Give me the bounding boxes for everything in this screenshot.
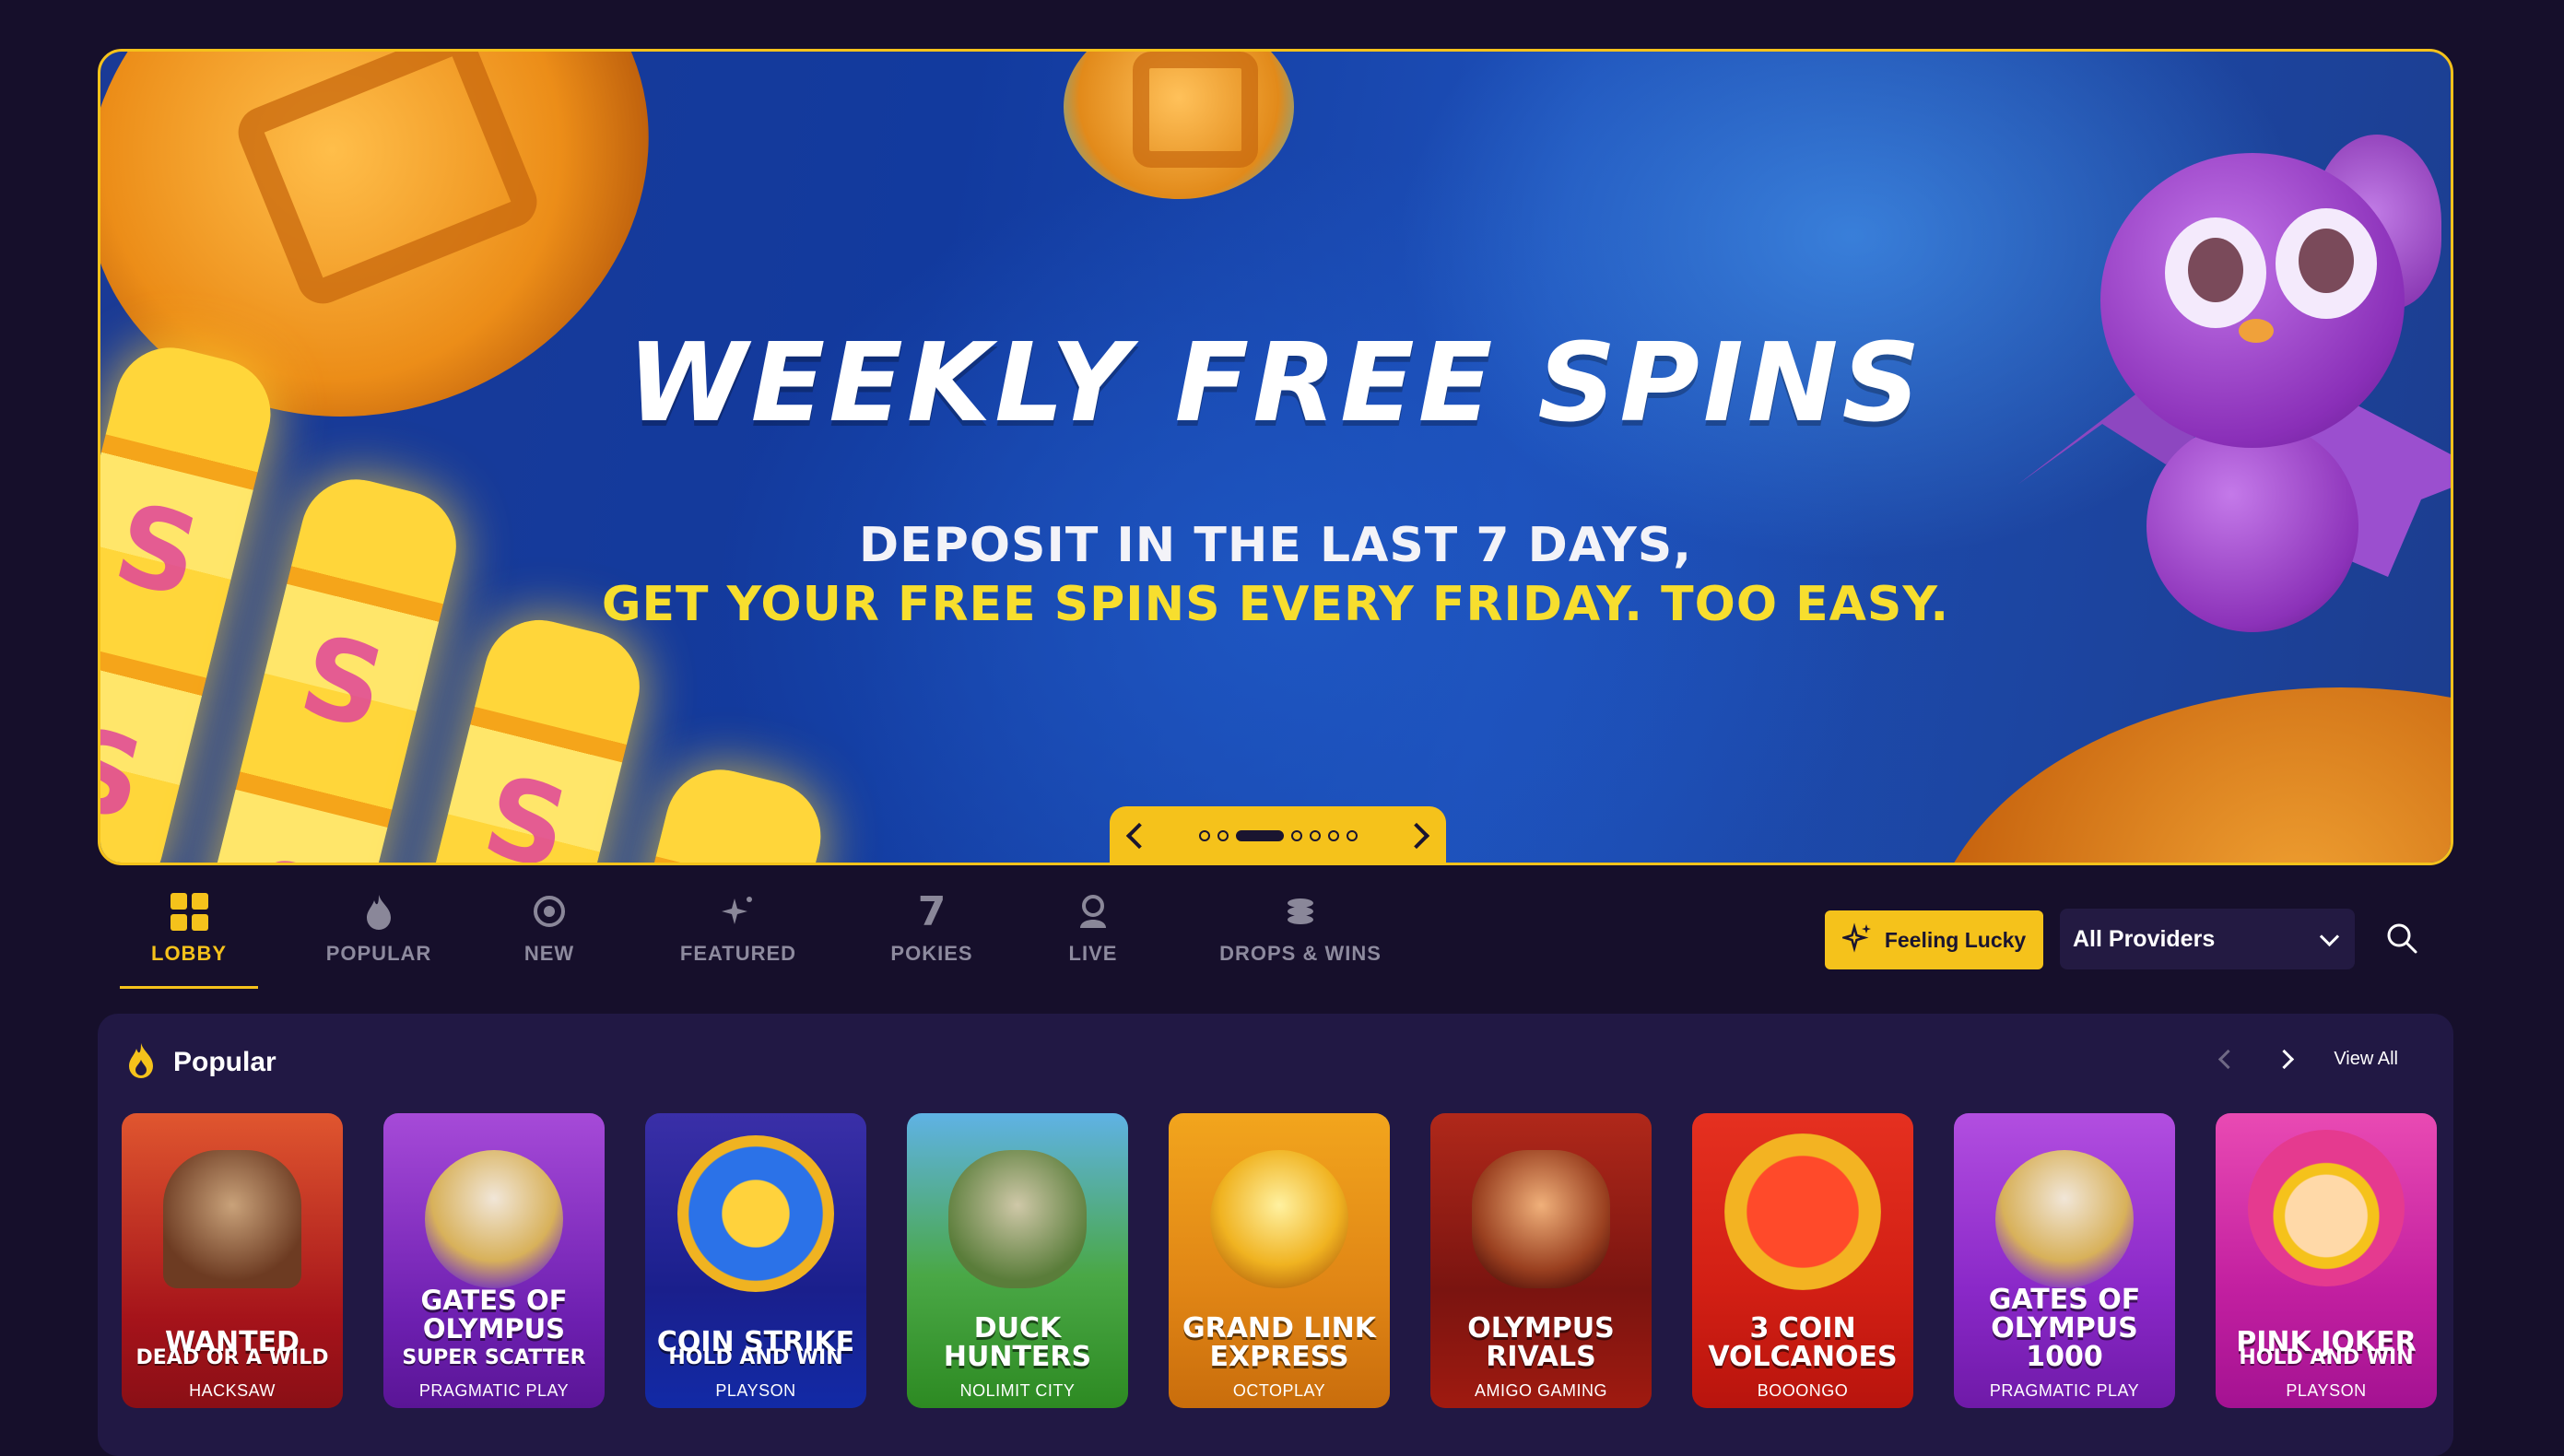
- tab-new[interactable]: NEW: [503, 885, 595, 986]
- tab-live[interactable]: LIVE: [1047, 885, 1139, 986]
- game-provider: NOLIMIT CITY: [959, 1381, 1076, 1400]
- game-subtitle: HOLD AND WIN: [2239, 1346, 2414, 1369]
- game-provider: PRAGMATIC PLAY: [418, 1381, 570, 1400]
- game-card[interactable]: 3 COIN VOLCANOES BOOONGO: [1692, 1113, 1913, 1408]
- carousel-dot[interactable]: [1198, 830, 1210, 841]
- game-subtitle: HOLD AND WIN: [668, 1346, 843, 1369]
- game-provider: HACKSAW: [189, 1381, 276, 1400]
- carousel-controls: [1110, 806, 1446, 863]
- game-card[interactable]: PINK JOKER HOLD AND WIN PLAYSON: [2216, 1113, 2437, 1408]
- game-title: OLYMPUS RIVALS: [1467, 1312, 1615, 1373]
- game-provider: PLAYSON: [2286, 1381, 2367, 1400]
- flame-icon: [363, 885, 394, 938]
- providers-dropdown[interactable]: All Providers: [2060, 909, 2355, 969]
- carousel-dot[interactable]: [1217, 830, 1229, 841]
- scroll-left-icon[interactable]: [2218, 1049, 2239, 1070]
- game-title: DUCK HUNTERS: [943, 1312, 1092, 1373]
- carousel-dot[interactable]: [1235, 830, 1284, 841]
- tab-lobby[interactable]: LOBBY: [120, 885, 258, 989]
- game-card[interactable]: DUCK HUNTERS NOLIMIT CITY: [907, 1113, 1128, 1408]
- game-card[interactable]: COIN STRIKE HOLD AND WIN PLAYSON: [645, 1113, 866, 1408]
- game-title: GATES OF OLYMPUS 1000: [1988, 1284, 2141, 1373]
- star-sparkle-icon: [720, 885, 757, 938]
- banner-title: WEEKLY FREE SPINS: [627, 319, 1924, 446]
- game-provider: OCTOPLAY: [1232, 1381, 1326, 1400]
- gold-coin-graphic: [1925, 687, 2451, 863]
- game-subtitle: DEAD OR A WILD: [135, 1346, 329, 1369]
- banner-subtitle-highlight: GET YOUR FREE SPINS EVERY FRIDAY. TOO EA…: [601, 577, 1950, 632]
- game-card[interactable]: GATES OF OLYMPUS SUPER SCATTER PRAGMATIC…: [383, 1113, 605, 1408]
- view-all-link[interactable]: View All: [2334, 1049, 2398, 1070]
- tab-pokies[interactable]: 7 POKIES: [881, 885, 982, 986]
- carousel-dots: [1198, 830, 1358, 841]
- feeling-lucky-label: Feeling Lucky: [1884, 927, 2027, 952]
- scroll-right-icon[interactable]: [2275, 1049, 2295, 1070]
- tab-drops-wins[interactable]: DROPS & WINS: [1213, 885, 1388, 986]
- promo-banner[interactable]: SS SS S S WEEKLY FREE SPINS DEPOSIT IN T…: [98, 49, 2453, 865]
- grid-icon: [170, 885, 208, 938]
- chevron-down-icon: [2319, 926, 2340, 946]
- game-title: GATES OF OLYMPUS: [420, 1285, 568, 1344]
- game-card[interactable]: GRAND LINK EXPRESS OCTOPLAY: [1169, 1113, 1390, 1408]
- gold-coin-graphic: [1064, 52, 1294, 199]
- providers-selected-value: All Providers: [2073, 925, 2216, 952]
- tab-featured[interactable]: FEATURED: [669, 885, 807, 986]
- game-card[interactable]: OLYMPUS RIVALS AMIGO GAMING: [1430, 1113, 1652, 1408]
- dealer-icon: [1076, 885, 1110, 938]
- banner-subtitle: DEPOSIT IN THE LAST 7 DAYS,: [859, 518, 1692, 573]
- game-provider: AMIGO GAMING: [1474, 1381, 1607, 1400]
- seven-icon: 7: [917, 887, 947, 935]
- feeling-lucky-button[interactable]: Feeling Lucky: [1825, 910, 2043, 969]
- game-card[interactable]: GATES OF OLYMPUS 1000 PRAGMATIC PLAY: [1954, 1113, 2175, 1408]
- sparkles-icon: [1840, 922, 1874, 958]
- game-carousel: WANTED DEAD OR A WILD HACKSAW GATES OF O…: [122, 1113, 2444, 1408]
- tab-popular[interactable]: POPULAR: [319, 885, 439, 986]
- carousel-dot[interactable]: [1290, 830, 1302, 841]
- popular-games-section: Popular View All WANTED DEAD OR A WILD H…: [98, 1014, 2453, 1456]
- game-provider: BOOONGO: [1757, 1381, 1849, 1400]
- carousel-next-icon[interactable]: [1403, 822, 1430, 850]
- carousel-dot[interactable]: [1309, 830, 1321, 841]
- carousel-prev-icon[interactable]: [1125, 822, 1153, 850]
- game-title: GRAND LINK EXPRESS: [1182, 1312, 1377, 1373]
- sparkle-circle-icon: [533, 885, 566, 938]
- game-card[interactable]: WANTED DEAD OR A WILD HACKSAW: [122, 1113, 343, 1408]
- game-provider: PLAYSON: [715, 1381, 796, 1400]
- game-title: 3 COIN VOLCANOES: [1708, 1312, 1898, 1373]
- carousel-dot[interactable]: [1346, 830, 1358, 841]
- section-title: Popular: [173, 1046, 276, 1077]
- carousel-dot[interactable]: [1327, 830, 1339, 841]
- game-subtitle: SUPER SCATTER: [402, 1346, 586, 1369]
- search-icon[interactable]: [2385, 922, 2418, 955]
- coin-stack-icon: [1284, 885, 1317, 938]
- game-provider: PRAGMATIC PLAY: [1989, 1381, 2140, 1400]
- flame-icon: [125, 1041, 157, 1083]
